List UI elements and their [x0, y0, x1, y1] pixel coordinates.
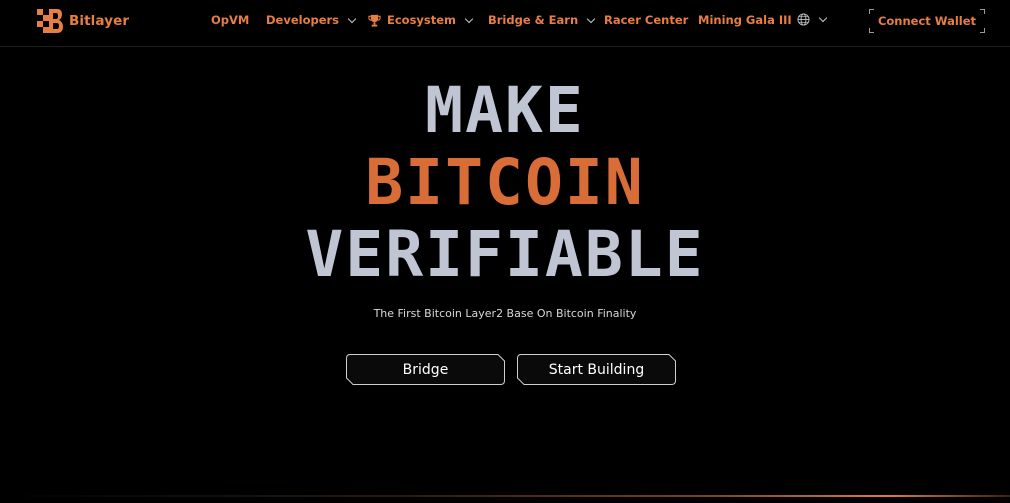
connect-wallet-button[interactable]: Connect Wallet: [869, 9, 985, 33]
hero-line-bitcoin: BITCOIN: [365, 146, 645, 219]
nav-item-label: Bridge & Earn: [488, 13, 579, 27]
brand-name: Bitlayer: [69, 13, 130, 29]
corner-decoration: [869, 28, 874, 33]
trophy-icon: [368, 14, 381, 27]
chevron-down-icon: [818, 13, 828, 23]
nav-divider: [0, 46, 1010, 47]
start-building-button-label: Start Building: [548, 361, 645, 378]
brand-logo[interactable]: Bitlayer: [37, 9, 129, 33]
corner-decoration: [980, 9, 985, 14]
nav-item-label: Racer Center: [604, 13, 689, 27]
start-building-button[interactable]: Start Building: [517, 354, 676, 385]
bridge-button-label: Bridge: [402, 361, 449, 378]
nav-item-ecosystem[interactable]: Ecosystem: [368, 13, 474, 27]
chevron-down-icon: [586, 14, 596, 23]
corner-decoration: [980, 28, 985, 33]
corner-decoration: [869, 9, 874, 14]
nav-item-label: Mining Gala III: [698, 13, 792, 27]
connect-wallet-label: Connect Wallet: [877, 14, 977, 28]
nav-item-label: OpVM: [211, 13, 250, 27]
nav-item-racer-center[interactable]: Racer Center: [604, 13, 688, 27]
globe-icon: [797, 13, 810, 26]
hero-line-make: MAKE: [425, 74, 585, 147]
chevron-down-icon: [347, 14, 357, 23]
bridge-button[interactable]: Bridge: [346, 354, 505, 385]
bitlayer-logo-icon: [37, 9, 63, 33]
section-divider-glow: [0, 495, 1010, 497]
top-navigation: Bitlayer OpVM Developers Ecosystem Bridg…: [0, 0, 1010, 46]
chevron-down-icon: [464, 14, 474, 23]
nav-item-developers[interactable]: Developers: [266, 13, 357, 27]
nav-item-label: Developers: [266, 13, 340, 27]
nav-item-label: Ecosystem: [387, 13, 457, 27]
nav-item-opvm[interactable]: OpVM: [211, 13, 249, 27]
hero-headline: MAKE BITCOIN VERIFIABLE: [0, 75, 1010, 291]
language-selector[interactable]: [797, 13, 828, 26]
nav-item-mining-gala[interactable]: Mining Gala III: [698, 13, 792, 27]
nav-item-bridge-earn[interactable]: Bridge & Earn: [488, 13, 596, 27]
hero-line-verifiable: VERIFIABLE: [305, 218, 705, 291]
hero-subtitle: The First Bitcoin Layer2 Base On Bitcoin…: [373, 307, 637, 320]
